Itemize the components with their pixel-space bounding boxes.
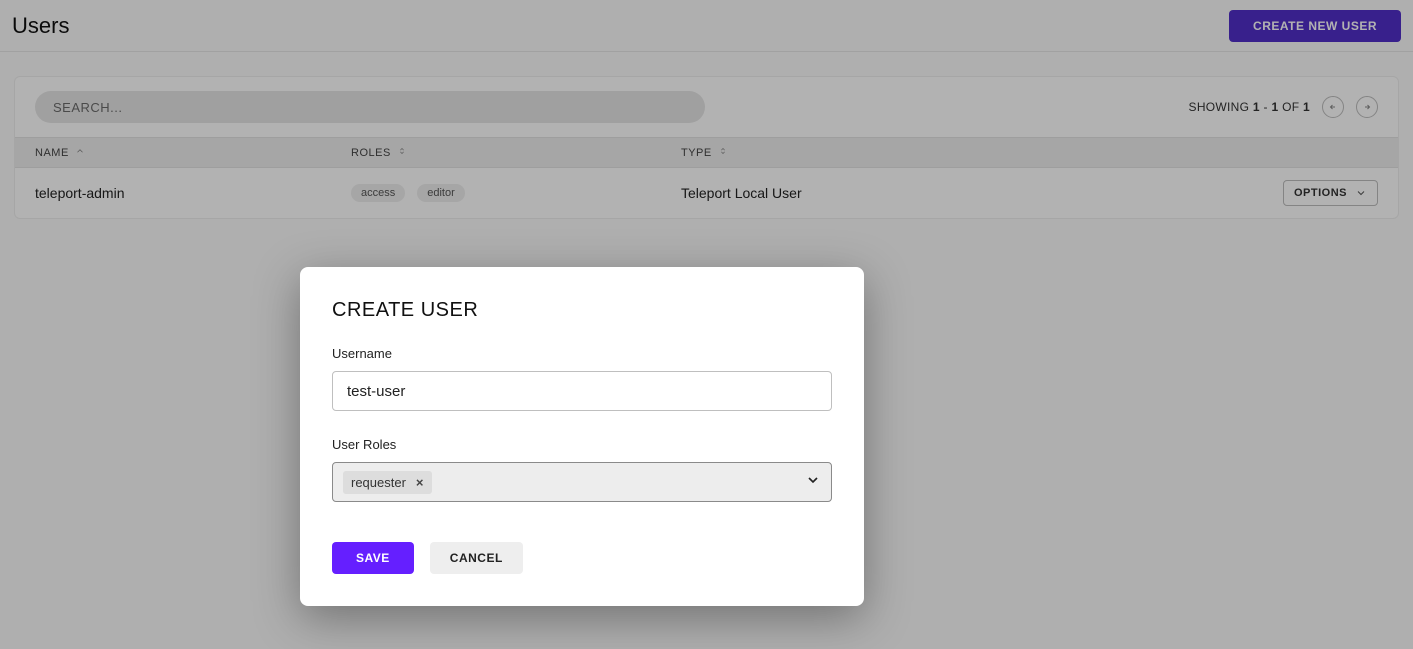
dialog-actions: SAVE CANCEL	[332, 542, 832, 574]
dialog-title: CREATE USER	[332, 299, 832, 322]
username-label: Username	[332, 346, 832, 361]
user-roles-select[interactable]: requester ×	[332, 462, 832, 502]
save-button[interactable]: SAVE	[332, 542, 414, 574]
create-user-dialog: CREATE USER Username User Roles requeste…	[300, 267, 864, 606]
cancel-button[interactable]: CANCEL	[430, 542, 523, 574]
modal-overlay[interactable]: CREATE USER Username User Roles requeste…	[0, 0, 1413, 649]
role-tag-label: requester	[351, 475, 406, 490]
user-roles-label: User Roles	[332, 437, 832, 452]
role-tag: requester ×	[343, 471, 432, 494]
chevron-down-icon	[805, 472, 821, 493]
remove-role-icon[interactable]: ×	[416, 475, 424, 490]
username-input[interactable]	[332, 371, 832, 411]
